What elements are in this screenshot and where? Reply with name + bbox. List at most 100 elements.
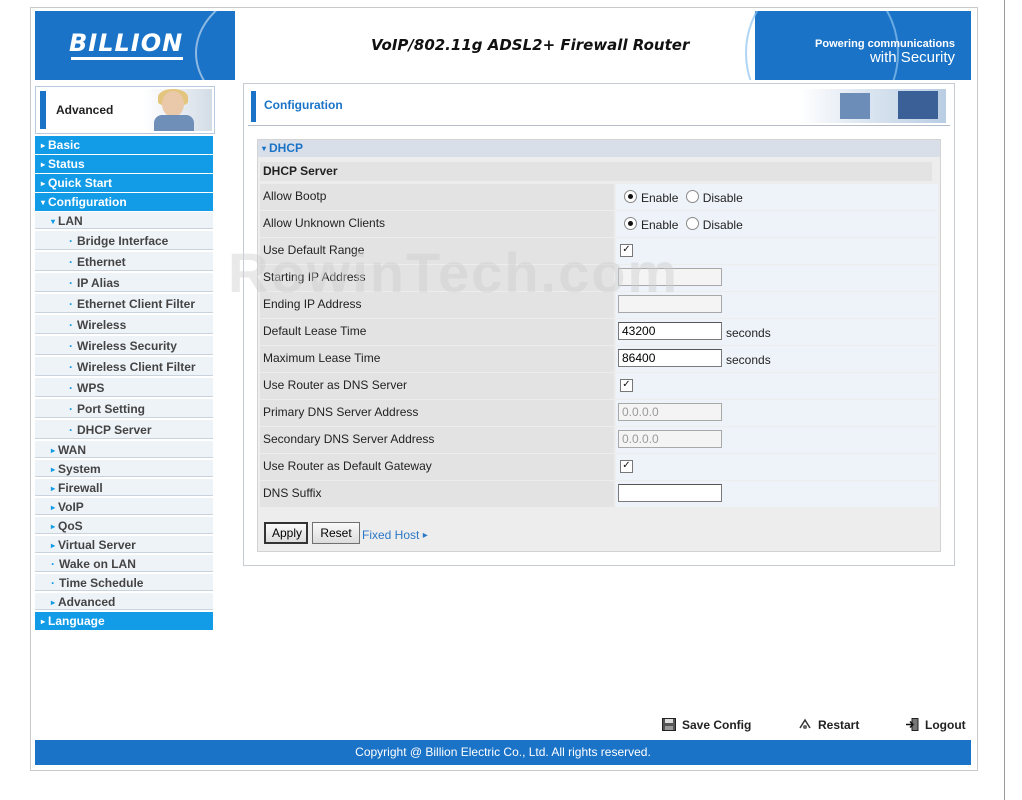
nav-lan-wireless-security[interactable]: · Wireless Security: [35, 336, 213, 357]
nav-basic[interactable]: ▸ Basic: [35, 136, 213, 155]
nav-system[interactable]: ▸ System: [35, 460, 213, 479]
allow-bootp-disable-radio[interactable]: [685, 190, 699, 203]
nav-advanced[interactable]: ▸ Advanced: [35, 593, 213, 612]
nav-configuration[interactable]: ▾ Configuration: [35, 193, 213, 212]
allow-unknown-label: Allow Unknown Clients: [260, 211, 614, 237]
restart-label: Restart: [818, 718, 860, 732]
chevron-right-icon: ▸: [51, 503, 56, 512]
window-right-edge: [1004, 0, 1005, 800]
nav-virtual-server[interactable]: ▸ Virtual Server: [35, 536, 213, 555]
max-lease-input[interactable]: [618, 349, 722, 367]
starting-ip-label: Starting IP Address: [260, 265, 614, 291]
mode-label: Advanced: [56, 103, 114, 117]
row-ending-ip: Ending IP Address: [260, 292, 938, 318]
nav-label: Wireless Client Filter: [77, 360, 196, 374]
nav-quick-start[interactable]: ▸ Quick Start: [35, 174, 213, 193]
secondary-dns-input[interactable]: [618, 430, 722, 448]
tagline-line2: with Security: [869, 49, 955, 66]
router-dns-label: Use Router as DNS Server: [260, 373, 614, 399]
nav-lan-port-setting[interactable]: · Port Setting: [35, 399, 213, 420]
chevron-down-icon: ▾: [262, 144, 267, 153]
chevron-right-icon: ▸: [41, 141, 46, 150]
nav-firewall[interactable]: ▸ Firewall: [35, 479, 213, 498]
nav-label: Wireless: [77, 318, 127, 332]
dns-suffix-input[interactable]: [618, 484, 722, 502]
radio-label: Disable: [702, 191, 743, 205]
fixed-host-label: Fixed Host: [362, 528, 420, 542]
chevron-down-icon: ▾: [51, 217, 56, 226]
allow-unknown-disable-radio[interactable]: [685, 217, 699, 230]
allow-bootp-enable-radio[interactable]: [624, 190, 637, 203]
row-default-lease: Default Lease Time seconds: [260, 319, 938, 345]
nav-lan[interactable]: ▾ LAN: [35, 212, 213, 231]
nav-lan-wireless-client-filter[interactable]: · Wireless Client Filter: [35, 357, 213, 378]
nav-lan-bridge-interface[interactable]: · Bridge Interface: [35, 231, 213, 252]
apply-button[interactable]: Apply: [264, 522, 308, 544]
billion-logo: BILLION: [69, 29, 184, 57]
restart-icon: [799, 718, 811, 729]
use-default-range-label: Use Default Range: [260, 238, 614, 264]
use-default-range-checkbox[interactable]: ✓: [620, 244, 633, 257]
chevron-right-icon: ▸: [51, 484, 56, 493]
row-starting-ip: Starting IP Address: [260, 265, 938, 291]
primary-dns-input[interactable]: [618, 403, 722, 421]
save-config-button[interactable]: Save Config: [662, 718, 751, 736]
title-divider: [248, 125, 950, 126]
nav-lan-ethernet-client-filter[interactable]: · Ethernet Client Filter: [35, 294, 213, 315]
nav-label: Wake on LAN: [59, 557, 136, 571]
nav-label: Quick Start: [48, 176, 113, 190]
logout-button[interactable]: Logout: [905, 718, 966, 736]
dhcp-section-header[interactable]: ▾ DHCP: [258, 140, 940, 157]
nav-label: WAN: [58, 443, 87, 457]
fixed-host-link[interactable]: Fixed Host ▸: [362, 528, 431, 542]
logo-underline: [71, 57, 183, 60]
starting-ip-input[interactable]: [618, 268, 722, 286]
nav-wake-on-lan[interactable]: · Wake on LAN: [35, 555, 213, 574]
nav-status[interactable]: ▸ Status: [35, 155, 213, 174]
default-lease-input[interactable]: [618, 322, 722, 340]
allow-bootp-value: Enable Disable: [616, 184, 938, 210]
dhcp-section: ▾ DHCP DHCP Server Allow Bootp Enable Dis…: [257, 139, 941, 552]
router-gateway-checkbox[interactable]: ✓: [620, 460, 633, 473]
nav-lan-wireless[interactable]: · Wireless: [35, 315, 213, 336]
office-banner-image: [800, 89, 946, 123]
nav-lan-dhcp-server[interactable]: · DHCP Server: [35, 420, 213, 441]
starting-ip-value: [616, 265, 938, 291]
row-secondary-dns: Secondary DNS Server Address: [260, 427, 938, 453]
section-title: DHCP: [269, 141, 304, 155]
ending-ip-input[interactable]: [618, 295, 722, 313]
chevron-right-icon: ▸: [51, 522, 56, 531]
router-dns-checkbox[interactable]: ✓: [620, 379, 633, 392]
max-lease-value: seconds: [616, 346, 938, 372]
nav-language[interactable]: ▸ Language: [35, 612, 213, 631]
nav-voip[interactable]: ▸ VoIP: [35, 498, 213, 517]
nav-label: Ethernet: [77, 255, 126, 269]
restart-button[interactable]: Restart: [798, 718, 859, 736]
row-dns-suffix: DNS Suffix: [260, 481, 938, 507]
nav-label: LAN: [58, 214, 83, 228]
default-lease-value: seconds: [616, 319, 938, 345]
logout-label: Logout: [925, 718, 966, 732]
nav-label: Time Schedule: [59, 576, 144, 590]
bullet-icon: ·: [69, 234, 73, 248]
header-banner: BILLION VoIP/802.11g ADSL2+ Firewall Rou…: [35, 11, 971, 80]
nav-lan-ethernet[interactable]: · Ethernet: [35, 252, 213, 273]
nav-wan[interactable]: ▸ WAN: [35, 441, 213, 460]
nav-qos[interactable]: ▸ QoS: [35, 517, 213, 536]
sidebar-nav: ▸ Basic ▸ Status ▸ Quick Start ▾ Configurati…: [35, 136, 213, 631]
allow-unknown-enable-radio[interactable]: [624, 217, 637, 230]
dns-suffix-value: [616, 481, 938, 507]
router-dns-value: ✓: [616, 373, 938, 399]
chevron-right-icon: ▸: [51, 541, 56, 550]
nav-lan-wps[interactable]: · WPS: [35, 378, 213, 399]
product-title: VoIP/802.11g ADSL2+ Firewall Router: [371, 36, 690, 54]
nav-time-schedule[interactable]: · Time Schedule: [35, 574, 213, 593]
nav-label: Status: [48, 157, 85, 171]
chevron-down-icon: ▾: [41, 198, 46, 207]
nav-label: Basic: [48, 138, 81, 152]
nav-lan-ip-alias[interactable]: · IP Alias: [35, 273, 213, 294]
row-allow-unknown-clients: Allow Unknown Clients Enable Disable: [260, 211, 938, 237]
secondary-dns-value: [616, 427, 938, 453]
nav-label: WPS: [77, 381, 105, 395]
reset-button[interactable]: Reset: [312, 522, 360, 544]
